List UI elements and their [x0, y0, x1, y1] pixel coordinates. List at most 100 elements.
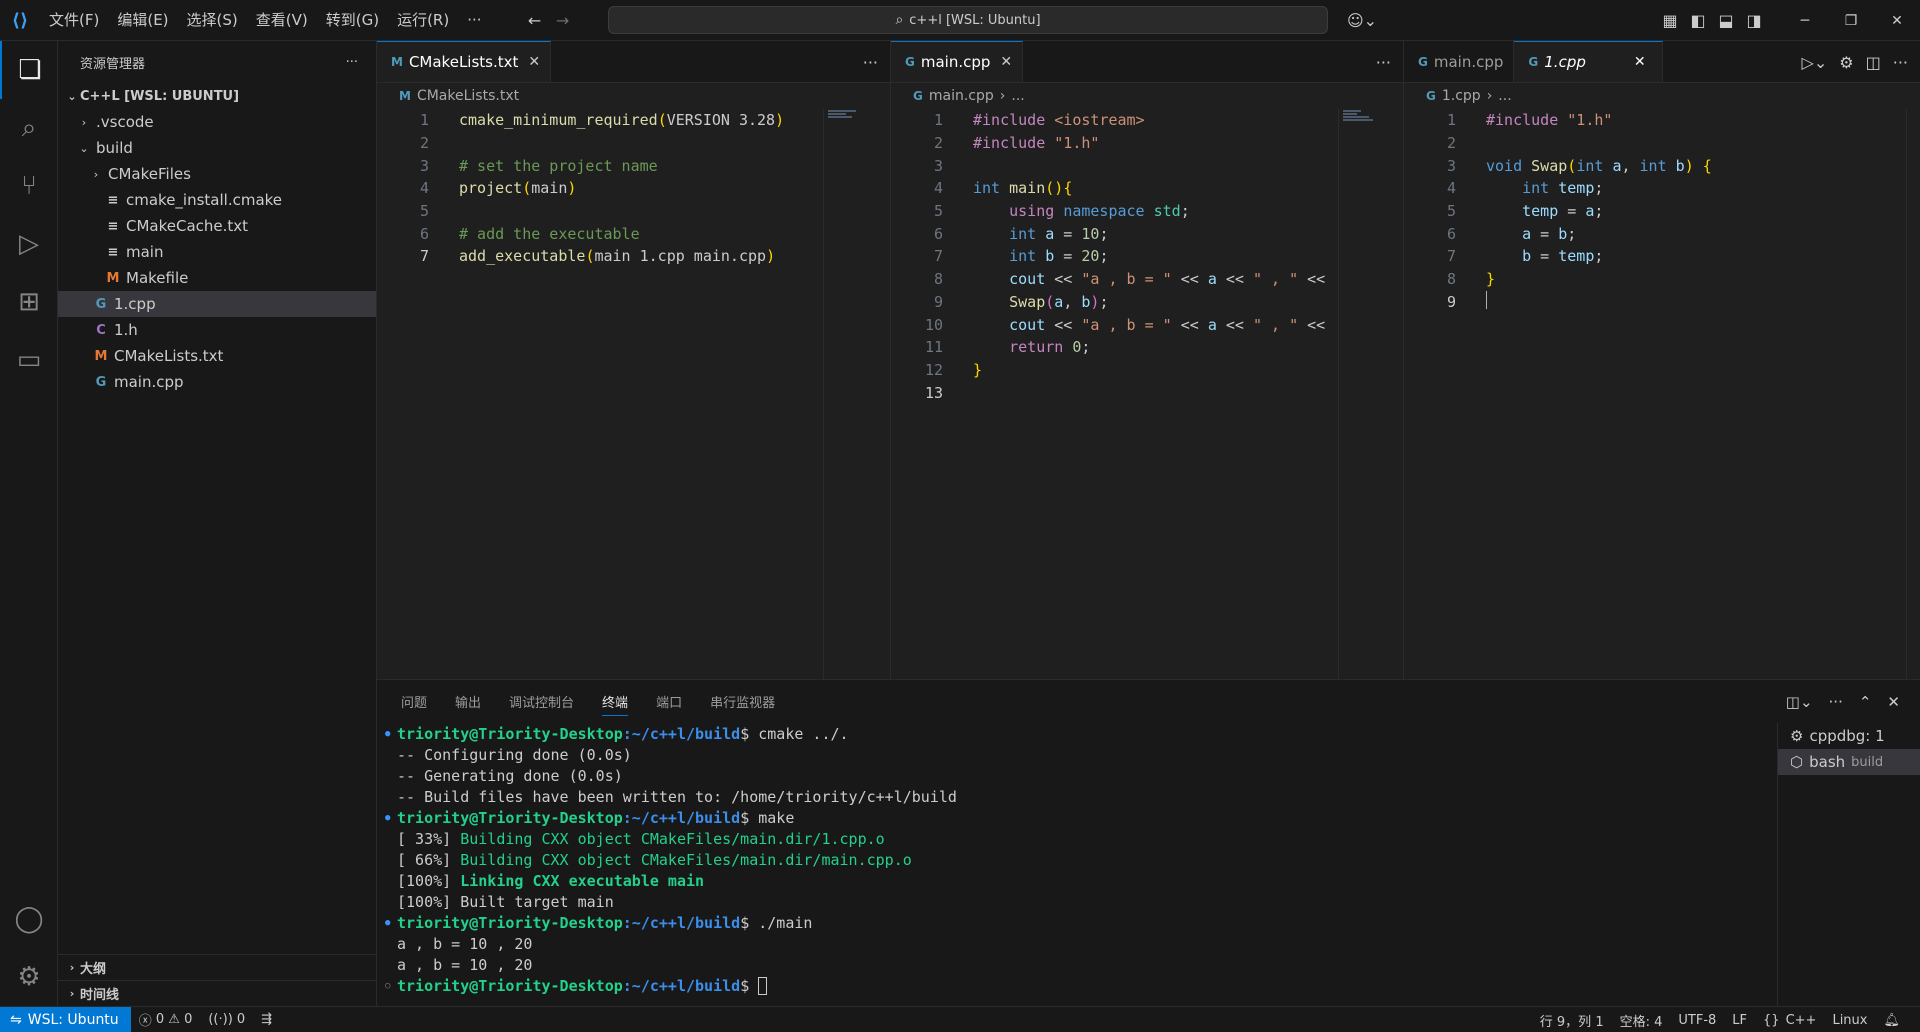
command-decoration-icon: ●: [385, 917, 391, 928]
platform[interactable]: Linux: [1824, 1007, 1875, 1032]
tree-item[interactable]: M Makefile: [58, 265, 376, 291]
tab-main-cpp[interactable]: G main.cpp ✕: [891, 41, 1024, 82]
explorer-sidebar: 资源管理器 ··· ⌄ C++L [WSL: UBUNTU] › .vscode ⌄…: [58, 41, 377, 1006]
minimize-icon[interactable]: ─: [1782, 0, 1828, 41]
indentation[interactable]: 空格: 4: [1612, 1007, 1671, 1032]
file-type-icon: G: [95, 374, 107, 390]
explorer-more-icon[interactable]: ···: [346, 55, 358, 70]
run-debug-play-icon[interactable]: ▷⌄: [1802, 53, 1828, 72]
tree-item[interactable]: › .vscode: [58, 109, 376, 135]
menu-edit[interactable]: 编辑(E): [108, 0, 177, 41]
breadcrumb[interactable]: G main.cpp › ...: [891, 83, 1403, 109]
timeline-section[interactable]: › 时间线: [58, 980, 376, 1006]
tab-problems[interactable]: 问题: [401, 688, 427, 715]
breadcrumb[interactable]: G 1.cpp › ...: [1404, 83, 1920, 109]
notifications-bell-icon[interactable]: 🔔︎: [1875, 1007, 1908, 1032]
menu-selection[interactable]: 选择(S): [178, 0, 247, 41]
language-mode[interactable]: {} C++: [1755, 1007, 1824, 1032]
terminal[interactable]: ● triority@Triority-Desktop:~/c++l/build $…: [377, 723, 1757, 1007]
terminal-line: ● triority@Triority-Desktop:~/c++l/build $…: [385, 808, 795, 827]
split-terminal-icon[interactable]: ◫⌄: [1786, 693, 1813, 711]
tree-item[interactable]: › CMakeFiles: [58, 161, 376, 187]
tab-terminal[interactable]: 终端: [602, 688, 629, 716]
toggle-sidebar-icon[interactable]: ◧: [1684, 7, 1712, 35]
tab-output[interactable]: 输出: [455, 688, 481, 715]
code-editor[interactable]: 1 #include "1.h" 2 3 void Swap(int a, int …: [1404, 109, 1920, 313]
tree-item[interactable]: ≡ cmake_install.cmake: [58, 187, 376, 213]
restore-icon[interactable]: ❐: [1828, 0, 1874, 41]
cursor-position[interactable]: 行 9，列 1: [1532, 1007, 1612, 1032]
tree-item[interactable]: Gmain.cpp: [58, 369, 376, 395]
close-panel-icon[interactable]: ✕: [1887, 693, 1900, 711]
forward-arrow-icon[interactable]: →: [549, 6, 577, 34]
ports-status[interactable]: ((·)) 0: [200, 1007, 253, 1032]
tab-ports[interactable]: 端口: [656, 688, 682, 715]
menu-file[interactable]: 文件(F): [40, 0, 108, 41]
debug-status-icon[interactable]: ⇶: [253, 1007, 280, 1032]
encoding[interactable]: UTF-8: [1670, 1007, 1724, 1032]
terminal-tab-cppdbg[interactable]: ⚙ cppdbg: 1: [1778, 723, 1920, 749]
workspace-root[interactable]: ⌄ C++L [WSL: UBUNTU]: [58, 83, 376, 109]
more-actions-icon[interactable]: ···: [863, 53, 878, 72]
tree-item-label: .vscode: [96, 113, 154, 131]
source-control-icon[interactable]: ⑂: [0, 157, 58, 215]
settings-gear-icon[interactable]: ⚙: [0, 948, 58, 1006]
terminal-tab-bash[interactable]: ⬡ bash build: [1778, 749, 1920, 775]
workspace-root-label: C++L [WSL: UBUNTU]: [80, 88, 240, 104]
code-editor[interactable]: 1 cmake_minimum_required(VERSION 3.28) 2 …: [377, 109, 890, 268]
code-editor[interactable]: 1 #include <iostream> 2 #include "1.h" 3 4…: [891, 109, 1403, 404]
breadcrumb[interactable]: M CMakeLists.txt: [377, 83, 890, 109]
tab-serial-monitor[interactable]: 串行监视器: [710, 688, 775, 715]
search-view-icon[interactable]: ⌕: [0, 99, 58, 157]
minimap[interactable]: [823, 109, 863, 679]
command-center-search[interactable]: ⌕ c++l [WSL: Ubuntu]: [608, 6, 1328, 34]
remote-indicator[interactable]: ⇋ WSL: Ubuntu: [0, 1006, 131, 1032]
extensions-icon[interactable]: ⊞: [0, 273, 58, 331]
tree-item-label: build: [96, 139, 133, 157]
close-window-icon[interactable]: ✕: [1874, 0, 1920, 41]
close-icon[interactable]: ✕: [1000, 54, 1012, 70]
tab-main-cpp-2[interactable]: G main.cpp: [1404, 41, 1515, 82]
more-actions-icon[interactable]: ···: [1829, 693, 1843, 711]
end-of-line[interactable]: LF: [1724, 1007, 1755, 1032]
back-arrow-icon[interactable]: ←: [521, 6, 549, 34]
tab-debug-console[interactable]: 调试控制台: [509, 688, 574, 715]
tree-item[interactable]: ≡ main: [58, 239, 376, 265]
toggle-secondary-sidebar-icon[interactable]: ◨: [1740, 7, 1768, 35]
minimap[interactable]: [1338, 109, 1378, 679]
split-editor-icon[interactable]: ◫: [1866, 53, 1881, 72]
tab-1-cpp[interactable]: G 1.cpp ✕: [1514, 41, 1663, 82]
menu-go[interactable]: 转到(G): [317, 0, 388, 41]
cpp-file-icon: G: [1528, 55, 1539, 69]
tree-item[interactable]: M CMakeLists.txt: [58, 343, 376, 369]
close-icon[interactable]: ✕: [1634, 54, 1646, 70]
problems-status[interactable]: ⓧ 0 ⚠ 0: [131, 1007, 201, 1032]
more-actions-icon[interactable]: ···: [1893, 53, 1908, 72]
menu-more[interactable]: ···: [458, 0, 490, 41]
toggle-panel-icon[interactable]: ⬓: [1712, 7, 1740, 35]
code-line: 1 #include "1.h": [1446, 111, 1613, 130]
menu-run[interactable]: 运行(R): [388, 0, 458, 41]
copilot-icon[interactable]: ☺⌄: [1342, 6, 1382, 34]
explorer-icon[interactable]: ❏: [0, 41, 58, 99]
outline-section[interactable]: › 大纲: [58, 954, 376, 980]
menu-view[interactable]: 查看(V): [247, 0, 317, 41]
maximize-panel-icon[interactable]: ⌃: [1859, 693, 1872, 711]
customize-layout-icon[interactable]: ▦: [1656, 7, 1684, 35]
vertical-scrollbar[interactable]: [1906, 109, 1918, 679]
tree-item[interactable]: G 1.cpp: [58, 291, 376, 317]
more-actions-icon[interactable]: ···: [1376, 53, 1391, 72]
close-icon[interactable]: ✕: [528, 54, 540, 70]
file-type-icon: ≡: [107, 218, 119, 234]
code-line: 4 int main(){: [933, 179, 1073, 198]
remote-explorer-icon[interactable]: ▭: [0, 331, 58, 389]
editor-group-3: G main.cpp G 1.cpp ✕ ▷⌄ ⚙ ◫ ··· G 1.cpp …: [1404, 41, 1920, 679]
tree-item[interactable]: ⌄ build: [58, 135, 376, 161]
account-icon[interactable]: ◯: [0, 890, 58, 948]
tree-item[interactable]: C 1.h: [58, 317, 376, 343]
run-debug-icon[interactable]: ▷: [0, 215, 58, 273]
tab-cmakelists[interactable]: M CMakeLists.txt ✕: [377, 41, 552, 82]
bottom-panel: 问题 输出 调试控制台 终端 端口 串行监视器 ◫⌄ ··· ⌃ ✕ ● trio…: [377, 679, 1920, 1007]
tree-item[interactable]: ≡ CMakeCache.txt: [58, 213, 376, 239]
editor-settings-gear-icon[interactable]: ⚙: [1839, 53, 1853, 72]
